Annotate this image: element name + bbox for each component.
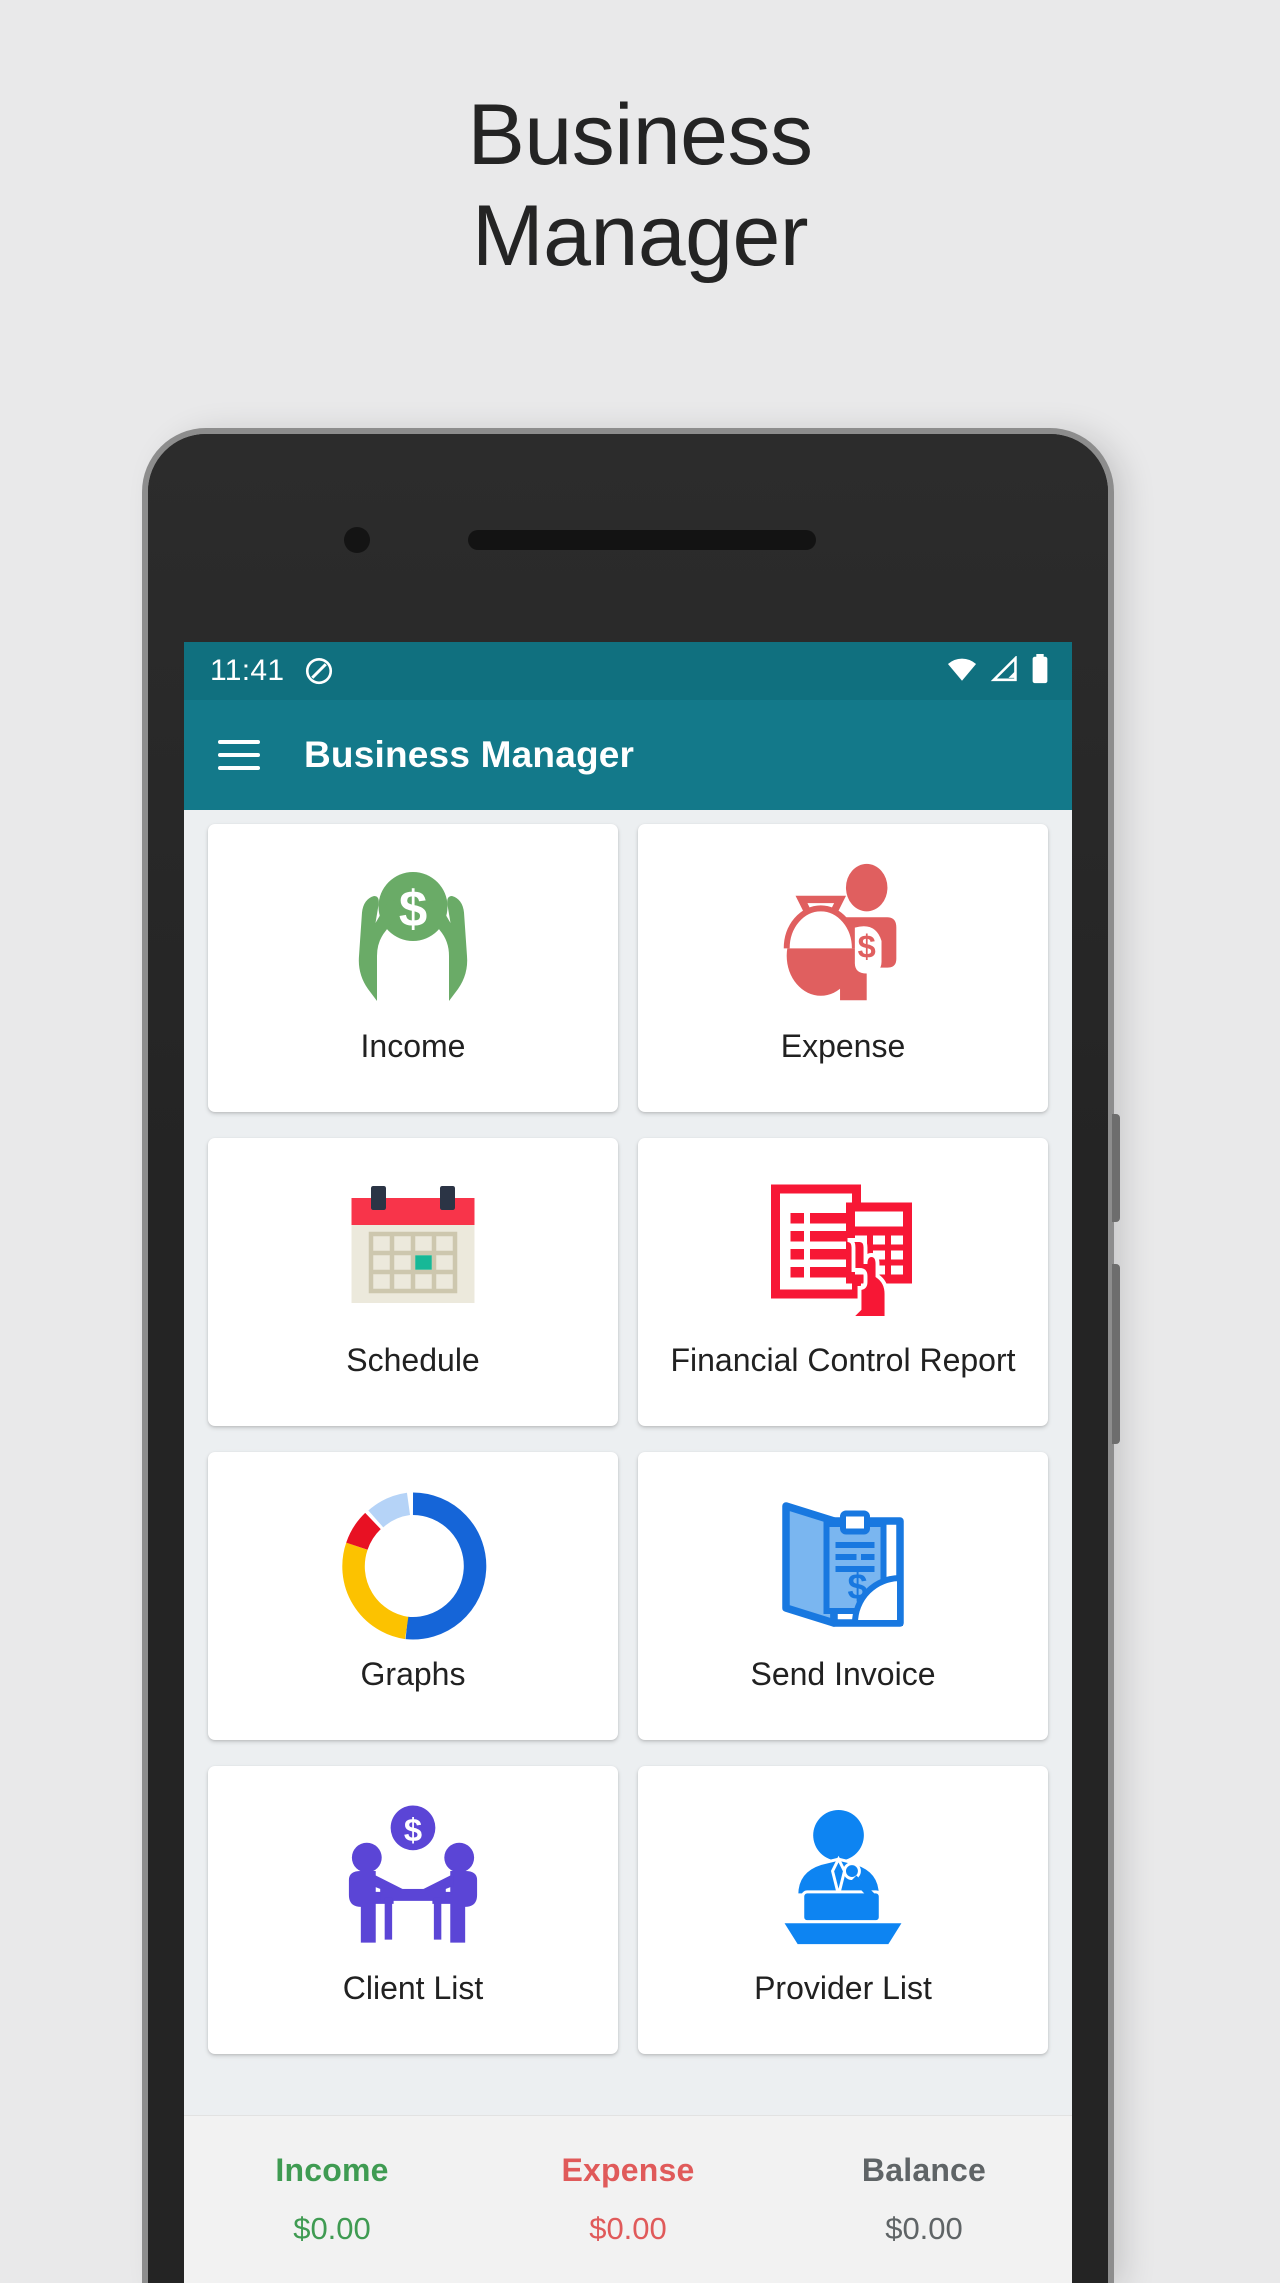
page-title-line1: Business [467,87,813,183]
summary-balance: Balance $0.00 [776,2152,1072,2247]
card-expense[interactable]: $ Expense [638,824,1048,1112]
summary-income-label: Income [275,2152,389,2188]
summary-expense-value: $0.00 [589,2211,667,2246]
summary-income: Income $0.00 [184,2152,480,2247]
page-title: Business Manager [0,85,1280,288]
card-label: Client List [342,1970,484,2006]
status-clock: 11:41 [210,654,285,687]
cell-signal-icon [990,654,1018,687]
summary-balance-label: Balance [861,2152,987,2188]
phone-screen: 11:41 Business Manager $ Income $ Expens… [184,642,1072,2283]
card-client-list[interactable]: $ Client List [208,1766,618,2054]
phone-mockup: 11:41 Business Manager $ Income $ Expens… [148,434,1120,2283]
svg-text:$: $ [399,880,427,937]
person-money-bag-icon: $ [763,850,923,1026]
svg-text:$: $ [858,927,876,964]
card-label: Graphs [360,1656,466,1692]
power-button[interactable] [1112,1264,1120,1444]
feature-grid: $ Income $ Expense Schedule Financial Co… [208,824,1048,2054]
report-calculator-hand-icon [763,1164,923,1340]
card-label: Expense [780,1028,906,1064]
app-bar-title: Business Manager [304,734,635,775]
summary-bar: Income $0.00 Expense $0.00 Balance $0.00 [184,2115,1072,2283]
card-income[interactable]: $ Income [208,824,618,1112]
invoice-folder-icon: $ [768,1478,918,1654]
card-send-invoice[interactable]: $ Send Invoice [638,1452,1048,1740]
svg-text:$: $ [404,1811,422,1848]
app-bar: Business Manager [184,700,1072,810]
summary-expense-label: Expense [561,2152,695,2188]
card-label: Financial Control Report [670,1342,1016,1378]
page-root: Business Manager 11:41 Business Manager … [0,0,1280,2283]
card-label: Provider List [754,1970,932,2006]
card-label: Schedule [346,1342,480,1378]
summary-income-value: $0.00 [293,2211,371,2246]
dashboard-body: $ Income $ Expense Schedule Financial Co… [184,810,1072,2115]
hamburger-menu-icon[interactable] [218,740,260,770]
card-label: Income [360,1028,466,1064]
front-camera-icon [344,527,370,553]
status-icons [946,653,1050,689]
page-title-line2: Manager [472,188,808,285]
hands-holding-money-icon: $ [329,850,497,1026]
do-not-disturb-icon [304,656,334,686]
earpiece-speaker [468,530,816,550]
card-graphs[interactable]: Graphs [208,1452,618,1740]
card-financial-control-report[interactable]: Financial Control Report [638,1138,1048,1426]
two-people-meeting-icon: $ [334,1792,492,1968]
volume-button[interactable] [1112,1114,1120,1222]
summary-balance-value: $0.00 [885,2211,963,2246]
speaker-podium-icon [764,1792,922,1968]
card-label: Send Invoice [750,1656,936,1692]
card-provider-list[interactable]: Provider List [638,1766,1048,2054]
donut-chart-icon [338,1478,488,1654]
card-schedule[interactable]: Schedule [208,1138,618,1426]
status-bar: 11:41 [184,642,1072,700]
calendar-icon [337,1164,489,1340]
wifi-icon [946,656,978,687]
battery-icon [1030,653,1050,689]
summary-expense: Expense $0.00 [480,2152,776,2247]
